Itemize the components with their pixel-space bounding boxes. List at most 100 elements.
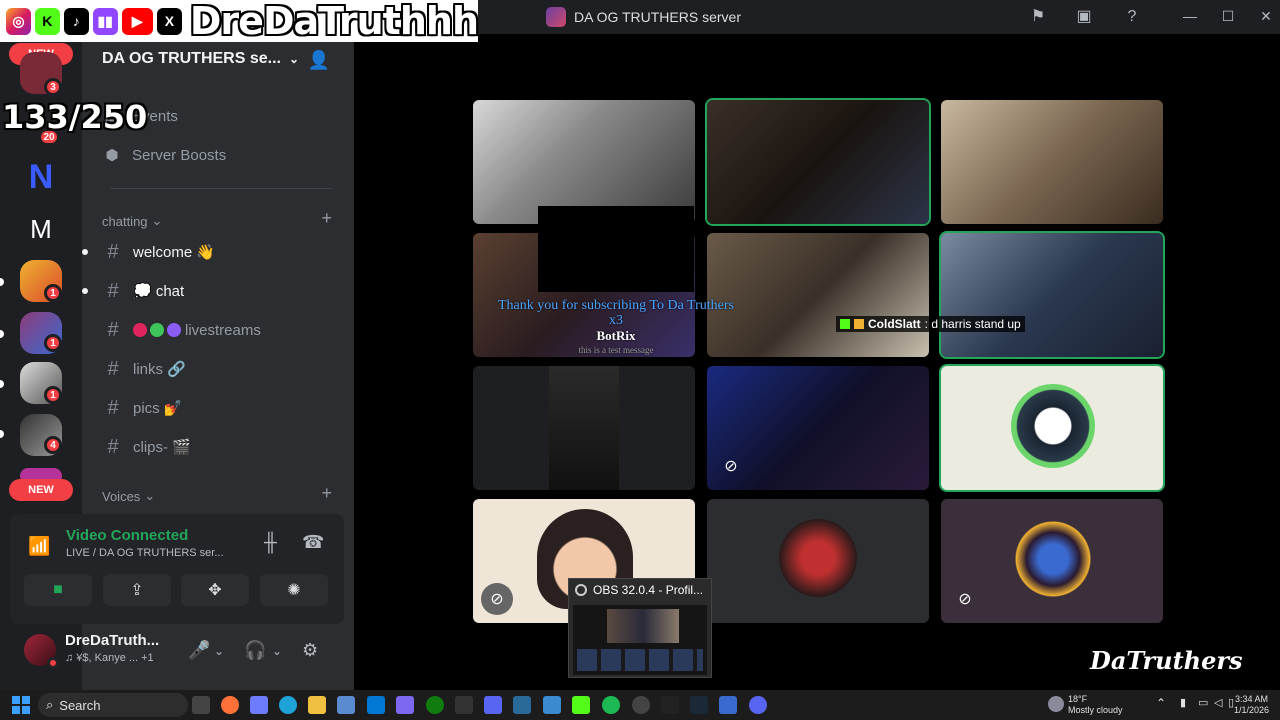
username[interactable]: DreDaTruth... xyxy=(65,632,159,649)
voice-channel[interactable]: LIVE / DA OG TRUTHERS ser... xyxy=(66,547,224,559)
alert-line-1: Thank you for subscribing To Da Truthers xyxy=(498,298,734,313)
tray-app-icon[interactable]: ▮ xyxy=(1180,698,1186,709)
voice-status[interactable]: Video Connected xyxy=(66,527,188,544)
app-icon[interactable] xyxy=(455,696,473,714)
steam-icon[interactable] xyxy=(690,696,708,714)
channel-name: livestreams xyxy=(185,321,261,339)
chevron-down-icon[interactable]: ⌄ xyxy=(214,644,224,658)
network-icon[interactable]: ▭ xyxy=(1198,698,1208,709)
signal-icon[interactable]: 📶 xyxy=(28,536,50,558)
streamer-handle: DreDaTruthhh xyxy=(189,0,479,43)
headphones-icon[interactable]: 🎧 xyxy=(244,640,266,661)
obs-icon xyxy=(575,584,587,596)
video-tile[interactable] xyxy=(941,100,1163,224)
weather-temp: 18°F xyxy=(1068,694,1088,704)
store-icon[interactable] xyxy=(337,696,355,714)
create-channel-icon[interactable]: + xyxy=(321,483,332,504)
chevron-up-icon[interactable]: ⌃ xyxy=(1156,697,1166,709)
inbox-icon[interactable]: ▣ xyxy=(1074,7,1094,27)
mention-badge: 4 xyxy=(44,436,62,454)
close-button[interactable]: ✕ xyxy=(1256,8,1276,25)
invite-user-icon[interactable]: 👤 xyxy=(308,50,330,71)
crown-icon xyxy=(854,319,864,329)
channel-clips[interactable]: # clips- 🎬 xyxy=(102,433,191,461)
channel-name: welcome 👋 xyxy=(133,244,216,261)
subscriber-alert: Thank you for subscribing To Da Truthers… xyxy=(476,298,756,358)
channel-pics[interactable]: # pics 💅 xyxy=(102,394,182,422)
server-name: DA OG TRUTHERS se... xyxy=(102,50,281,67)
xbox-icon[interactable] xyxy=(426,696,444,714)
maximize-button[interactable]: ☐ xyxy=(1218,8,1238,25)
alert-line-2: x3 xyxy=(609,313,623,328)
edge-icon[interactable] xyxy=(279,696,297,714)
obs-taskbar-preview[interactable]: OBS 32.0.4 - Profil... xyxy=(568,578,712,678)
stream-overlay-bar: ◎ K ♪ ▮▮ ▶ X DreDaTruthhh xyxy=(0,0,479,43)
video-tile[interactable] xyxy=(473,366,695,490)
category-voices[interactable]: Voices ⌄ xyxy=(102,488,155,504)
channel-chat[interactable]: # 💭 chat xyxy=(82,277,185,305)
app-icon[interactable] xyxy=(513,696,531,714)
chat-user: ColdSlatt xyxy=(868,317,921,331)
unread-pill xyxy=(0,380,4,388)
gear-icon[interactable]: ⚙ xyxy=(302,640,318,661)
channel-name: 💭 chat xyxy=(133,283,185,300)
weather-widget[interactable]: 18°F Mostly cloudy xyxy=(1068,694,1123,716)
task-view-icon[interactable] xyxy=(192,696,210,714)
flag-icon[interactable]: ⚑ xyxy=(1028,7,1048,27)
subscriber-alert-image xyxy=(538,206,694,292)
app-icon[interactable] xyxy=(543,696,561,714)
weather-icon[interactable] xyxy=(1048,696,1064,712)
taskbar-search[interactable]: ⌕ Search xyxy=(38,693,188,717)
mic-icon[interactable]: 🎤 xyxy=(188,640,210,661)
new-badge-bottom[interactable]: NEW xyxy=(9,479,73,501)
category-chatting[interactable]: chatting ⌄ xyxy=(102,213,162,229)
avatar[interactable] xyxy=(24,634,59,669)
channel-welcome[interactable]: # welcome 👋 xyxy=(82,238,216,266)
create-channel-icon[interactable]: + xyxy=(321,208,332,229)
channel-livestreams[interactable]: # livestreams xyxy=(102,316,261,344)
minimize-button[interactable]: — xyxy=(1180,8,1200,24)
video-tile[interactable] xyxy=(941,366,1163,490)
voice-panel: 📶 Video Connected LIVE / DA OG TRUTHERS … xyxy=(10,514,344,624)
video-tile[interactable]: ⊘ xyxy=(707,366,929,490)
camera-button[interactable]: ■ xyxy=(24,574,92,606)
activities-button[interactable]: ✥ xyxy=(181,574,249,606)
volume-icon[interactable]: ◁ xyxy=(1214,698,1222,709)
video-tile[interactable] xyxy=(707,100,929,224)
clock[interactable]: 3:34 AM 1/1/2026 xyxy=(1234,694,1269,716)
soundboard-button[interactable]: ✺ xyxy=(260,574,328,606)
weather-desc: Mostly cloudy xyxy=(1068,705,1123,715)
start-button[interactable] xyxy=(12,696,30,714)
discord-icon[interactable] xyxy=(749,696,767,714)
teams-icon[interactable] xyxy=(396,696,414,714)
video-tile[interactable]: ⊘ xyxy=(941,499,1163,623)
server-icon-m[interactable]: M xyxy=(20,208,62,250)
soundboard-icon[interactable]: ╫ xyxy=(264,532,277,553)
hash-icon: # xyxy=(107,357,119,380)
copilot-icon[interactable] xyxy=(250,696,268,714)
channel-name: clips- 🎬 xyxy=(133,439,191,456)
user-status: ♫ ¥$, Kanye ... +1 xyxy=(65,652,154,664)
server-icon-n[interactable]: N xyxy=(20,156,62,198)
app-icon[interactable] xyxy=(719,696,737,714)
video-tile[interactable] xyxy=(941,233,1163,357)
screen-share-button[interactable]: ⇪ xyxy=(103,574,171,606)
file-explorer-icon[interactable] xyxy=(308,696,326,714)
clock-time: 3:34 AM xyxy=(1234,694,1268,704)
app-icon[interactable] xyxy=(484,696,502,714)
chevron-down-icon[interactable]: ⌄ xyxy=(272,644,282,658)
disconnect-icon[interactable]: ☎ xyxy=(302,532,324,553)
tiktok-icon: ♪ xyxy=(63,7,89,35)
server-boosts-row[interactable]: ⬢ Server Boosts xyxy=(102,143,226,167)
kick-app-icon[interactable] xyxy=(572,696,590,714)
channel-name: links 🔗 xyxy=(133,361,186,378)
help-icon[interactable]: ? xyxy=(1122,7,1142,27)
obs-icon[interactable] xyxy=(632,696,650,714)
firefox-icon[interactable] xyxy=(221,696,239,714)
epic-games-icon[interactable] xyxy=(661,696,679,714)
window-title: DA OG TRUTHERS server xyxy=(546,6,741,28)
channel-links[interactable]: # links 🔗 xyxy=(102,355,186,383)
outlook-icon[interactable] xyxy=(367,696,385,714)
video-tile[interactable] xyxy=(707,499,929,623)
spotify-icon[interactable] xyxy=(602,696,620,714)
